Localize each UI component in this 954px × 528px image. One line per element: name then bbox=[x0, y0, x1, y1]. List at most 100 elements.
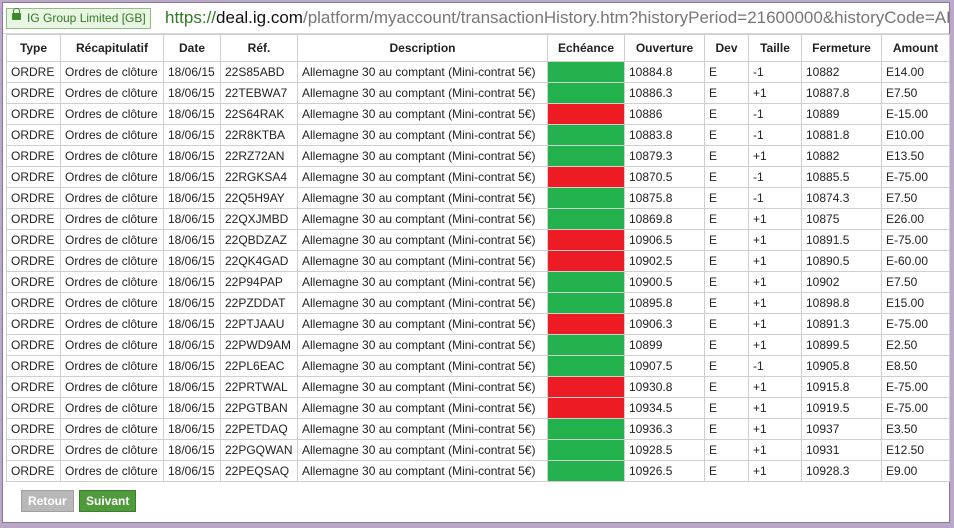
cell-dev: E bbox=[704, 250, 749, 272]
table-row[interactable]: ORDRE Ordres de clôture 18/06/15 22PETDAQ Al… bbox=[6, 418, 950, 440]
cell-ouverture: 10906.3 bbox=[624, 313, 705, 335]
cell-description: Allemagne 30 au comptant (Mini-contrat 5… bbox=[297, 376, 548, 398]
table-row[interactable]: ORDRE Ordres de clôture 18/06/15 22RZ72AN Al… bbox=[6, 145, 950, 167]
col-header-fermeture[interactable]: Fermeture bbox=[801, 34, 882, 62]
table-row[interactable]: ORDRE Ordres de clôture 18/06/15 22QBDZAZ Al… bbox=[6, 229, 950, 251]
cell-recap: Ordres de clôture bbox=[60, 460, 164, 482]
cell-ouverture: 10936.3 bbox=[624, 418, 705, 440]
cell-dev: E bbox=[704, 397, 749, 419]
cell-recap: Ordres de clôture bbox=[60, 313, 164, 335]
table-row[interactable]: ORDRE Ordres de clôture 18/06/15 22P94PAP Al… bbox=[6, 271, 950, 293]
url-path: /platform/myaccount/transactionHistory.h… bbox=[302, 8, 949, 27]
site-identity-badge[interactable]: IG Group Limited [GB] bbox=[6, 8, 151, 29]
cell-echeance bbox=[547, 460, 625, 482]
cell-recap: Ordres de clôture bbox=[60, 208, 164, 230]
cell-type: ORDRE bbox=[6, 313, 61, 335]
cell-date: 18/06/15 bbox=[163, 166, 221, 188]
col-header-type[interactable]: Type bbox=[6, 34, 61, 62]
cell-description: Allemagne 30 au comptant (Mini-contrat 5… bbox=[297, 355, 548, 377]
table-row[interactable]: ORDRE Ordres de clôture 18/06/15 22PTJAAU Al… bbox=[6, 313, 950, 335]
cell-echeance bbox=[547, 271, 625, 293]
cell-description: Allemagne 30 au comptant (Mini-contrat 5… bbox=[297, 145, 548, 167]
cell-recap: Ordres de clôture bbox=[60, 271, 164, 293]
cell-echeance bbox=[547, 439, 625, 461]
cell-ouverture: 10883.8 bbox=[624, 124, 705, 146]
url-text[interactable]: https://deal.ig.com/platform/myaccount/t… bbox=[165, 6, 949, 30]
col-header-description[interactable]: Description bbox=[297, 34, 548, 62]
table-row[interactable]: ORDRE Ordres de clôture 18/06/15 22PL6EAC Al… bbox=[6, 355, 950, 377]
table-row[interactable]: ORDRE Ordres de clôture 18/06/15 22RGKSA4 Al… bbox=[6, 166, 950, 188]
col-header-ouverture[interactable]: Ouverture bbox=[624, 34, 705, 62]
cell-ouverture: 10899 bbox=[624, 334, 705, 356]
gain-indicator bbox=[548, 419, 624, 439]
loss-indicator bbox=[548, 104, 624, 124]
col-header-amount[interactable]: Amount bbox=[881, 34, 950, 62]
cell-fermeture: 10919.5 bbox=[801, 397, 882, 419]
table-row[interactable]: ORDRE Ordres de clôture 18/06/15 22PRTWAL Al… bbox=[6, 376, 950, 398]
col-header-dev[interactable]: Dev bbox=[704, 34, 749, 62]
cell-ref: 22RZ72AN bbox=[220, 145, 298, 167]
cell-date: 18/06/15 bbox=[163, 376, 221, 398]
table-row[interactable]: ORDRE Ordres de clôture 18/06/15 22PGTBAN Al… bbox=[6, 397, 950, 419]
cell-recap: Ordres de clôture bbox=[60, 145, 164, 167]
table-row[interactable]: ORDRE Ordres de clôture 18/06/15 22S64RAK Al… bbox=[6, 103, 950, 125]
gain-indicator bbox=[548, 188, 624, 208]
cell-description: Allemagne 30 au comptant (Mini-contrat 5… bbox=[297, 229, 548, 251]
table-row[interactable]: ORDRE Ordres de clôture 18/06/15 22QXJMBD Al… bbox=[6, 208, 950, 230]
cell-fermeture: 10898.8 bbox=[801, 292, 882, 314]
cell-description: Allemagne 30 au comptant (Mini-contrat 5… bbox=[297, 61, 548, 83]
cell-amount: E9.00 bbox=[881, 460, 950, 482]
cell-ouverture: 10934.5 bbox=[624, 397, 705, 419]
col-header-taille[interactable]: Taille bbox=[748, 34, 802, 62]
cell-recap: Ordres de clôture bbox=[60, 61, 164, 83]
table-row[interactable]: ORDRE Ordres de clôture 18/06/15 22QK4GAD Al… bbox=[6, 250, 950, 272]
cell-ref: 22S85ABD bbox=[220, 61, 298, 83]
table-row[interactable]: ORDRE Ordres de clôture 18/06/15 22TEBWA7 Al… bbox=[6, 82, 950, 104]
cell-date: 18/06/15 bbox=[163, 145, 221, 167]
cell-ouverture: 10926.5 bbox=[624, 460, 705, 482]
cell-echeance bbox=[547, 229, 625, 251]
cell-amount: E26.00 bbox=[881, 208, 950, 230]
cell-date: 18/06/15 bbox=[163, 439, 221, 461]
cell-taille: +1 bbox=[748, 271, 802, 293]
table-body: ORDRE Ordres de clôture 18/06/15 22S85ABD Al… bbox=[6, 61, 950, 482]
cell-type: ORDRE bbox=[6, 418, 61, 440]
cell-echeance bbox=[547, 124, 625, 146]
gain-indicator bbox=[548, 209, 624, 229]
table-row[interactable]: ORDRE Ordres de clôture 18/06/15 22PEQSAQ Al… bbox=[6, 460, 950, 482]
col-header-echeance[interactable]: Echéance bbox=[547, 34, 625, 62]
previous-button[interactable]: Retour bbox=[21, 490, 74, 512]
table-row[interactable]: ORDRE Ordres de clôture 18/06/15 22Q5H9AY Al… bbox=[6, 187, 950, 209]
cell-description: Allemagne 30 au comptant (Mini-contrat 5… bbox=[297, 460, 548, 482]
cell-amount: E-75.00 bbox=[881, 397, 950, 419]
loss-indicator bbox=[548, 167, 624, 187]
cell-taille: +1 bbox=[748, 250, 802, 272]
col-header-date[interactable]: Date bbox=[163, 34, 221, 62]
table-row[interactable]: ORDRE Ordres de clôture 18/06/15 22S85ABD Al… bbox=[6, 61, 950, 83]
cell-amount: E14.00 bbox=[881, 61, 950, 83]
cell-recap: Ordres de clôture bbox=[60, 82, 164, 104]
cell-echeance bbox=[547, 145, 625, 167]
table-row[interactable]: ORDRE Ordres de clôture 18/06/15 22PWD9AM Al… bbox=[6, 334, 950, 356]
address-bar[interactable]: IG Group Limited [GB] https://deal.ig.co… bbox=[3, 3, 949, 34]
col-header-recap[interactable]: Récapitulatif bbox=[60, 34, 164, 62]
table-row[interactable]: ORDRE Ordres de clôture 18/06/15 22PZDDAT Al… bbox=[6, 292, 950, 314]
cell-fermeture: 10882 bbox=[801, 61, 882, 83]
next-button[interactable]: Suivant bbox=[79, 490, 137, 512]
gain-indicator bbox=[548, 272, 624, 292]
cell-dev: E bbox=[704, 313, 749, 335]
cell-dev: E bbox=[704, 187, 749, 209]
url-host: deal.ig.com bbox=[216, 8, 303, 27]
cell-date: 18/06/15 bbox=[163, 292, 221, 314]
cell-date: 18/06/15 bbox=[163, 355, 221, 377]
cell-date: 18/06/15 bbox=[163, 187, 221, 209]
cell-ref: 22PWD9AM bbox=[220, 334, 298, 356]
cell-echeance bbox=[547, 208, 625, 230]
cell-ref: 22TEBWA7 bbox=[220, 82, 298, 104]
col-header-ref[interactable]: Réf. bbox=[220, 34, 298, 62]
cell-ref: 22S64RAK bbox=[220, 103, 298, 125]
table-row[interactable]: ORDRE Ordres de clôture 18/06/15 22R8KTBA Al… bbox=[6, 124, 950, 146]
cell-ref: 22P94PAP bbox=[220, 271, 298, 293]
cell-description: Allemagne 30 au comptant (Mini-contrat 5… bbox=[297, 208, 548, 230]
table-row[interactable]: ORDRE Ordres de clôture 18/06/15 22PGQWAN Al… bbox=[6, 439, 950, 461]
